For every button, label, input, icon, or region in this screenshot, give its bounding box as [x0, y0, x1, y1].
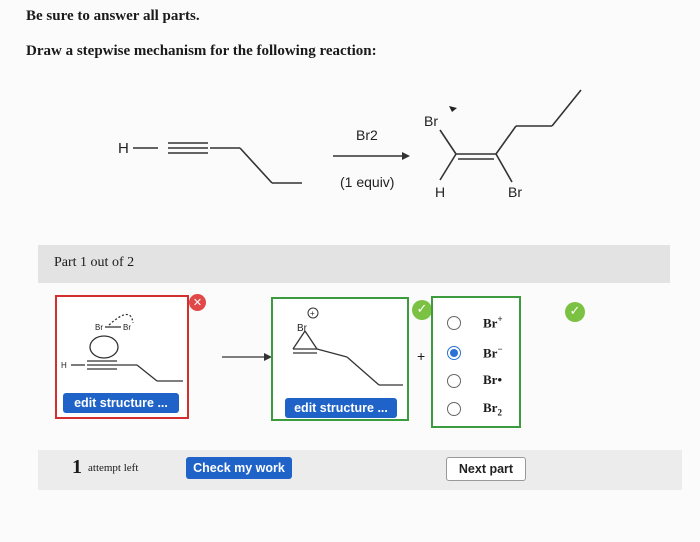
left-h-label: H	[61, 361, 67, 370]
structure-box-right[interactable]: + Br edit structure ...	[271, 297, 409, 421]
mechanism-arrow	[222, 353, 272, 361]
product-br-right: Br	[508, 184, 522, 200]
option-br-radical[interactable]: Br•	[447, 370, 587, 394]
reaction-arrow-head	[402, 152, 410, 160]
left-br2-label: Br	[123, 323, 131, 332]
options-box: Br+ Br− Br• Br2	[431, 296, 521, 428]
left-br1-label: Br	[95, 323, 103, 332]
correct-icon-options: ✓	[565, 302, 585, 322]
attempts-count: 1	[72, 456, 82, 478]
incorrect-icon: ✕	[189, 294, 206, 311]
reactant-h-label: H	[118, 140, 129, 157]
option-br-minus[interactable]: Br−	[447, 342, 587, 366]
reagent-label: Br2	[356, 127, 378, 143]
radio-br-plus[interactable]	[447, 316, 461, 330]
check-my-work-button[interactable]: Check my work	[186, 457, 292, 479]
intermediate-structure-drawing: + Br	[292, 307, 403, 386]
product-h-label: H	[435, 184, 445, 200]
edit-structure-button-right[interactable]: edit structure ...	[285, 398, 397, 418]
option-br2[interactable]: Br2	[447, 398, 587, 422]
structure-box-left[interactable]: Br Br H edit structure ...	[55, 295, 189, 419]
footer-bar: 1 attempt left Check my work Next part	[38, 450, 682, 490]
radio-br-radical[interactable]	[447, 374, 461, 388]
conditions-label: (1 equiv)	[340, 174, 394, 190]
instruction-text: Be sure to answer all parts.	[26, 8, 200, 24]
option-br2-label: Br2	[483, 400, 502, 418]
option-br-plus-label: Br+	[483, 314, 503, 331]
radio-br2[interactable]	[447, 402, 461, 416]
part-header: Part 1 out of 2	[38, 245, 670, 283]
charge-label: +	[310, 309, 315, 318]
reaction-scheme: H Br2 (1 equiv) Br H Br	[118, 89, 582, 200]
next-part-button[interactable]: Next part	[446, 457, 526, 481]
product-br-top: Br	[424, 113, 438, 129]
correct-icon-structure: ✓	[412, 300, 432, 320]
question-prompt: Draw a stepwise mechanism for the follow…	[26, 43, 377, 59]
option-br-minus-label: Br−	[483, 344, 503, 361]
starting-structure-drawing: Br Br H	[61, 313, 183, 382]
mouse-cursor-icon	[449, 106, 457, 112]
attempts-text: attempt left	[88, 462, 139, 474]
option-br-radical-label: Br•	[483, 372, 502, 387]
part-label: Part 1 out of 2	[54, 255, 135, 270]
plus-sign: +	[417, 348, 426, 364]
radio-br-minus[interactable]	[447, 346, 461, 360]
edit-structure-button-left[interactable]: edit structure ...	[63, 393, 179, 413]
product-structure	[439, 89, 582, 183]
reactant-structure	[133, 142, 302, 184]
